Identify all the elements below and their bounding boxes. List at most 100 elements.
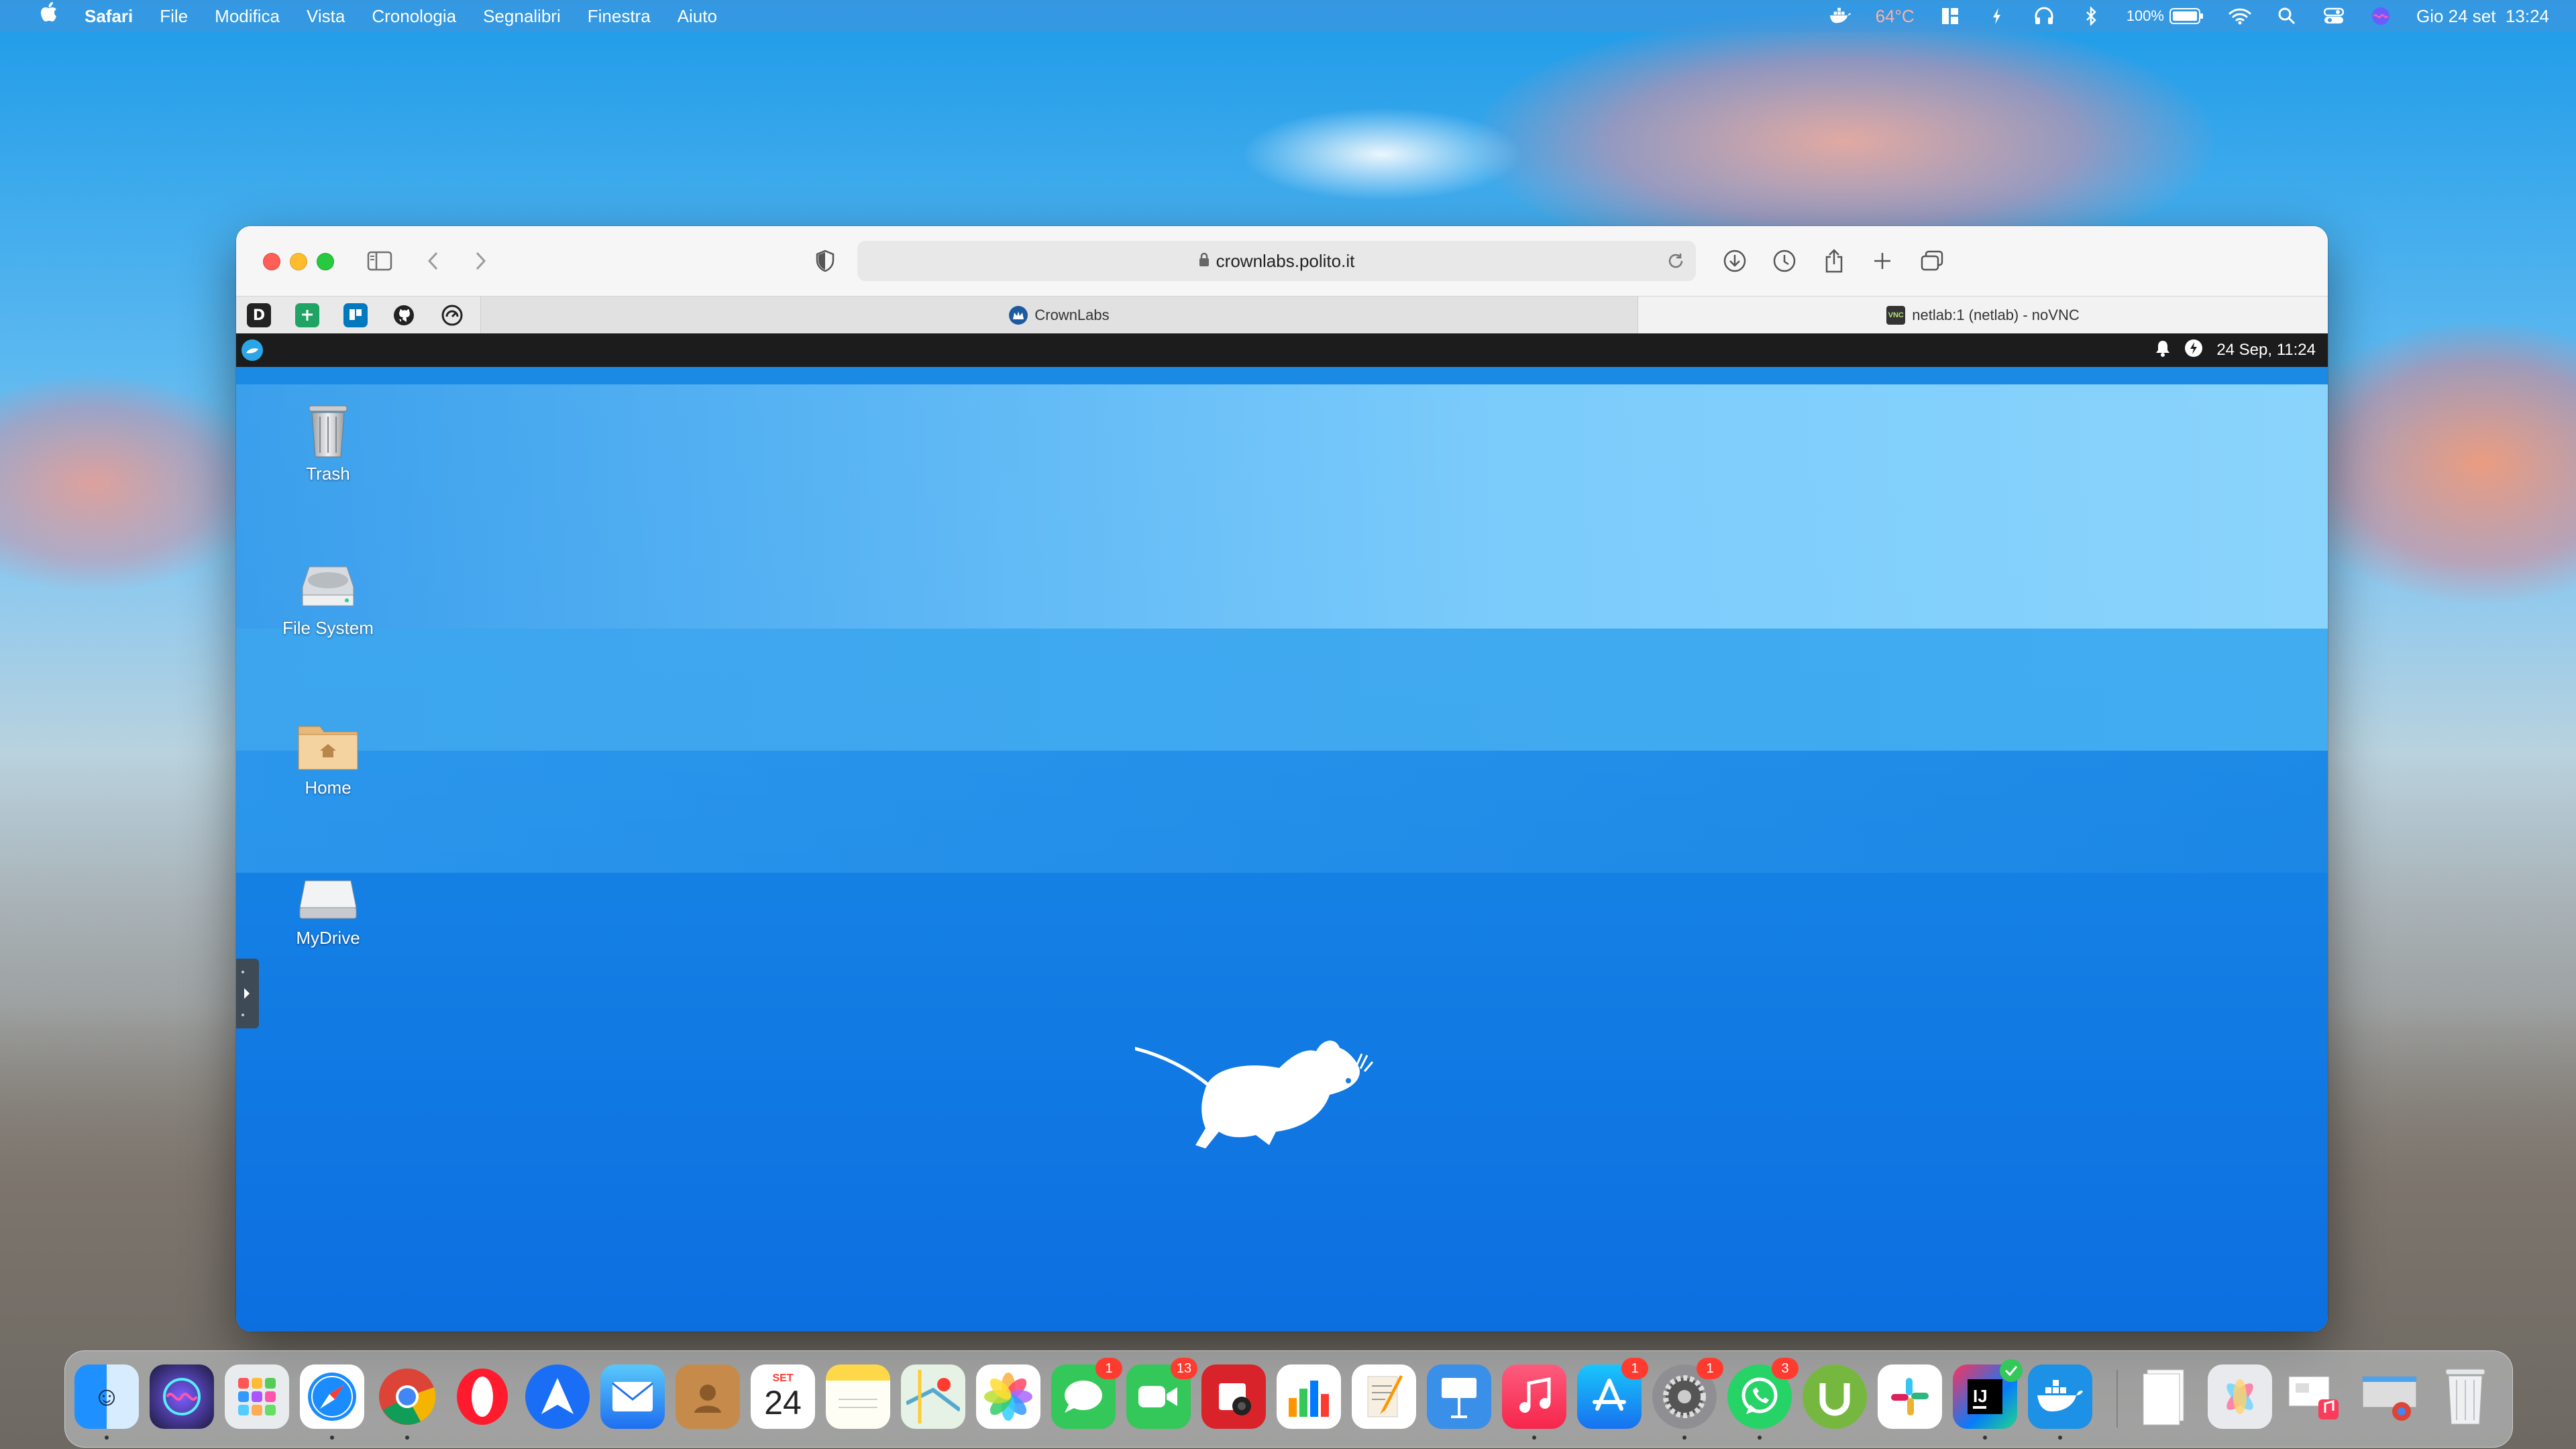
tab-bar: D CrownLabs VNC netlab:1 (netlab) - noVN… [236, 296, 2328, 335]
dock-messages-icon[interactable]: 1 [1051, 1358, 1122, 1429]
menu-file[interactable]: File [146, 0, 201, 32]
dock-intellij-icon[interactable]: IJ [1953, 1359, 2023, 1440]
dock-chrome-icon[interactable] [375, 1364, 439, 1440]
power-icon[interactable] [2184, 339, 2203, 362]
zoom-button[interactable] [317, 253, 334, 270]
vnc-remote-desktop[interactable]: 24 Sep, 11:24 Trash File System Home MyD… [236, 333, 2328, 1332]
close-button[interactable] [263, 253, 280, 270]
dock-spark-icon[interactable] [525, 1364, 590, 1429]
history-clock-icon[interactable] [1768, 246, 1801, 276]
tab-crownlabs[interactable]: CrownLabs [480, 297, 1638, 334]
dock-mail-icon[interactable] [600, 1364, 665, 1429]
desktop-icon-mydrive[interactable]: MyDrive [278, 870, 378, 949]
menu-modifica[interactable]: Modifica [201, 0, 293, 32]
menu-segnalibri[interactable]: Segnalibri [470, 0, 574, 32]
headphones-icon[interactable] [2033, 6, 2055, 26]
dock-siri-icon[interactable] [150, 1364, 214, 1429]
privacy-shield-icon[interactable] [809, 246, 841, 276]
dock-whatsapp-icon[interactable]: 3 [1727, 1358, 1799, 1440]
menu-aiuto[interactable]: Aiuto [664, 0, 731, 32]
dock-appstore-icon[interactable]: 1 [1577, 1358, 1648, 1429]
wallpaper-band [236, 384, 2328, 629]
desktop-icon-label: MyDrive [296, 928, 360, 948]
reload-icon[interactable] [1664, 249, 1688, 278]
share-icon[interactable] [1818, 246, 1850, 276]
downloads-icon[interactable] [1719, 246, 1751, 276]
menu-vista[interactable]: Vista [293, 0, 358, 32]
panel-clock[interactable]: 24 Sep, 11:24 [2216, 341, 2316, 360]
temperature-readout[interactable]: 64°C [1876, 6, 1915, 27]
menu-cronologia[interactable]: Cronologia [358, 0, 470, 32]
window-layout-icon[interactable] [1939, 6, 1962, 26]
desktop-icon-home[interactable]: Home [278, 717, 378, 798]
back-chevron-icon[interactable] [417, 246, 449, 276]
crownlabs-favicon [1009, 306, 1028, 325]
dock-launchpad-icon[interactable] [225, 1364, 289, 1429]
dock-photos-icon[interactable] [976, 1364, 1040, 1429]
menu-bar: Safari File Modifica Vista Cronologia Se… [0, 0, 2576, 32]
bluetooth-icon[interactable] [2080, 6, 2102, 26]
dock-documents-folder-icon[interactable] [2133, 1364, 2197, 1429]
minimize-button[interactable] [290, 253, 307, 270]
sidebar-toggle-icon[interactable] [364, 246, 396, 276]
desktop-icon-file-system[interactable]: File System [278, 560, 378, 639]
lightning-icon[interactable] [1986, 6, 2008, 26]
favorite-github-icon[interactable] [392, 303, 416, 327]
dock-trash-icon[interactable] [2433, 1364, 2498, 1429]
dock-numbers-icon[interactable] [1277, 1364, 1341, 1429]
notification-bell-icon[interactable] [2155, 339, 2171, 362]
dock-stack-downloads-icon[interactable] [2358, 1364, 2422, 1429]
dock-opera-icon[interactable] [450, 1364, 515, 1429]
favorite-d-icon[interactable]: D [247, 303, 271, 327]
wifi-icon[interactable] [2229, 6, 2251, 26]
lock-icon [1199, 251, 1210, 272]
menu-app-safari[interactable]: Safari [71, 0, 146, 32]
desktop-icon-label: File System [282, 618, 374, 638]
dock-photobooth-icon[interactable] [1201, 1364, 1266, 1429]
dock-maps-icon[interactable] [901, 1364, 965, 1429]
novnc-favicon: VNC [1886, 306, 1906, 325]
battery-status[interactable]: 100% [2127, 7, 2204, 25]
forward-chevron-icon[interactable] [464, 246, 496, 276]
xfce-top-panel: 24 Sep, 11:24 [236, 333, 2328, 367]
calendar-month: SET [772, 1373, 794, 1384]
menu-finestra[interactable]: Finestra [574, 0, 664, 32]
dock-facetime-icon[interactable]: 13 [1126, 1358, 1197, 1429]
novnc-control-bar-handle[interactable] [236, 959, 259, 1028]
calendar-day: 24 [764, 1384, 802, 1421]
dock-finder-icon[interactable]: ☺ [74, 1364, 139, 1440]
dock-music-icon[interactable] [1502, 1364, 1566, 1440]
dock-contacts-icon[interactable] [676, 1364, 740, 1429]
tab-novnc[interactable]: VNC netlab:1 (netlab) - noVNC [1638, 297, 2328, 334]
safari-window: crownlabs.polito.it D CrownLabs VNC netl… [236, 226, 2328, 1332]
dock-system-preferences-icon[interactable]: 1 [1652, 1358, 1723, 1440]
dock-pinwheel-app-icon[interactable] [2208, 1364, 2272, 1429]
docker-status-icon[interactable] [1829, 6, 1851, 26]
messages-badge: 1 [1095, 1358, 1122, 1379]
url-text: crownlabs.polito.it [1216, 250, 1355, 271]
desktop-icon-trash[interactable]: Trash [278, 400, 378, 484]
dock-notes-icon[interactable] [826, 1364, 890, 1429]
dock-stack-apps-icon[interactable] [2283, 1364, 2347, 1429]
control-center-icon[interactable] [2322, 6, 2345, 26]
dock-safari-icon[interactable] [300, 1364, 364, 1440]
xfce-applications-menu-icon[interactable] [241, 339, 263, 361]
favorite-speedtest-icon[interactable] [440, 303, 464, 327]
new-tab-plus-icon[interactable] [1866, 246, 1898, 276]
dock-pages-icon[interactable] [1352, 1364, 1416, 1429]
tab-label: netlab:1 (netlab) - noVNC [1912, 307, 2080, 323]
dock-docker-icon[interactable] [2028, 1364, 2092, 1440]
facetime-badge: 13 [1171, 1358, 1197, 1379]
siri-icon[interactable] [2369, 6, 2392, 26]
dock-calendar-icon[interactable]: SET 24 [751, 1364, 815, 1429]
address-bar[interactable]: crownlabs.polito.it [857, 241, 1696, 281]
dock-utorrent-icon[interactable] [1803, 1364, 1867, 1429]
dock-slack-icon[interactable] [1878, 1364, 1942, 1429]
favorite-trello-icon[interactable] [343, 303, 368, 327]
favorite-sheets-icon[interactable] [295, 303, 319, 327]
tab-overview-icon[interactable] [1916, 246, 1948, 276]
apple-menu-icon[interactable] [27, 0, 71, 32]
menubar-datetime[interactable]: Gio 24 set 13:24 [2416, 6, 2549, 27]
spotlight-search-icon[interactable] [2275, 6, 2298, 26]
dock-keynote-icon[interactable] [1427, 1364, 1491, 1429]
